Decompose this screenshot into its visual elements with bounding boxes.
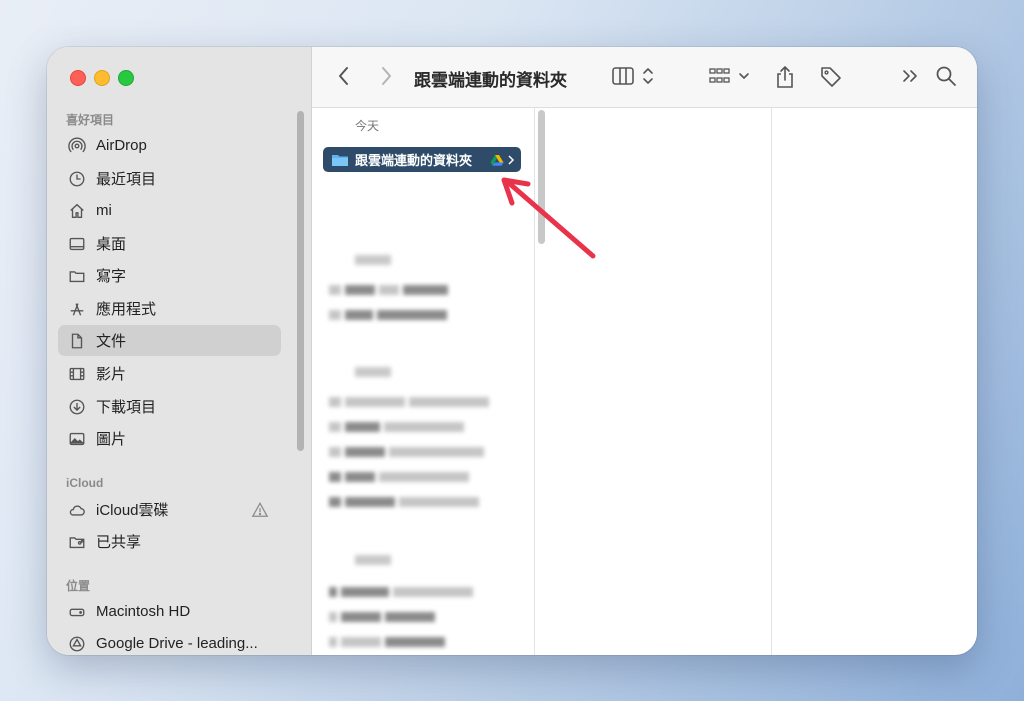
sidebar-item-desktop[interactable]: 桌面: [58, 228, 281, 259]
drive-icon: [66, 634, 88, 654]
column-browser: 今天 跟雲端連動的資料夾 || ||: [312, 108, 977, 655]
blurred-file-row[interactable]: [329, 443, 499, 457]
sidebar-item-airdrop[interactable]: AirDrop: [58, 130, 281, 161]
blurred-file-row[interactable]: [329, 418, 499, 432]
share-button[interactable]: [775, 65, 795, 89]
blurred-file-row[interactable]: [329, 583, 499, 597]
download-icon: [66, 397, 88, 417]
search-button[interactable]: [935, 65, 957, 87]
blurred-file-row[interactable]: [329, 468, 499, 482]
sidebar-item-pictures[interactable]: 圖片: [58, 423, 281, 454]
google-drive-icon: [490, 154, 504, 166]
sidebar-item-label: Macintosh HD: [96, 603, 191, 620]
sidebar-item-home[interactable]: mi: [58, 195, 281, 226]
toolbar: 跟雲端連動的資料夾: [312, 47, 977, 108]
sidebar-scrollbar[interactable]: [297, 111, 304, 451]
document-icon: [66, 331, 88, 351]
minimize-button[interactable]: [94, 70, 110, 86]
sidebar-item-recents[interactable]: 最近項目: [58, 163, 281, 194]
cloud-icon: [66, 500, 88, 520]
sidebar-item-label: iCloud雲碟: [96, 502, 169, 519]
sidebar-item-label: 影片: [96, 366, 127, 383]
shared-folder-icon: [66, 532, 88, 552]
blurred-group-header: [355, 255, 391, 265]
folder-icon: [332, 154, 348, 166]
sidebar-item-applications[interactable]: 應用程式: [58, 293, 281, 324]
sidebar-section-icloud: iCloud: [66, 476, 104, 490]
sidebar-item-icloud-drive[interactable]: iCloud雲碟: [58, 494, 281, 525]
sidebar-section-locations: 位置: [66, 579, 91, 593]
clock-icon: [66, 169, 88, 189]
selected-folder-row[interactable]: 跟雲端連動的資料夾: [323, 147, 521, 172]
sidebar-item-label: 寫字: [96, 268, 127, 285]
columns-view-icon: [612, 67, 653, 85]
sidebar-item-macintosh-hd[interactable]: Macintosh HD: [58, 596, 281, 627]
chevron-left-icon: [339, 67, 348, 85]
sidebar-item-label: Google Drive - leading...: [96, 635, 258, 652]
sidebar: 喜好項目 AirDrop 最近項目 mi 桌面 寫字 應用程式 文件 影片 下載…: [47, 47, 312, 655]
window-title: 跟雲端連動的資料夾: [414, 71, 567, 90]
sidebar-item-label: AirDrop: [96, 137, 147, 154]
film-icon: [66, 364, 88, 384]
blurred-file-row[interactable]: [329, 281, 499, 295]
sidebar-item-shared[interactable]: 已共享: [58, 526, 281, 557]
double-chevron-icon: [903, 70, 917, 82]
chevron-right-icon: [508, 154, 515, 165]
sidebar-item-label: 圖片: [96, 431, 127, 448]
airdrop-icon: [66, 136, 88, 156]
blurred-file-row[interactable]: [329, 493, 499, 507]
group-button[interactable]: [708, 65, 754, 87]
blurred-file-row[interactable]: [329, 393, 499, 407]
blurred-file-row[interactable]: [329, 608, 499, 622]
share-icon: [777, 66, 793, 88]
harddisk-icon: [66, 602, 88, 622]
sidebar-item-label: 下載項目: [96, 399, 157, 416]
sidebar-item-label: mi: [96, 202, 112, 219]
warning-icon[interactable]: [251, 501, 269, 519]
folder-icon: [66, 266, 88, 286]
sidebar-item-label: 最近項目: [96, 171, 157, 188]
sidebar-section-favorites: 喜好項目: [66, 113, 115, 127]
sidebar-item-label: 已共享: [96, 534, 142, 551]
sidebar-item-label: 桌面: [96, 236, 127, 253]
tag-icon: [821, 67, 841, 87]
grid-icon: [709, 68, 749, 83]
back-button[interactable]: [338, 65, 350, 87]
sidebar-item-folder[interactable]: 寫字: [58, 260, 281, 291]
blurred-group-header: [355, 555, 391, 565]
sidebar-item-documents[interactable]: 文件: [58, 325, 281, 356]
sidebar-item-movies[interactable]: 影片: [58, 358, 281, 389]
more-toolbar-button[interactable]: [901, 65, 919, 87]
applications-icon: [66, 299, 88, 319]
blurred-file-row[interactable]: [329, 633, 499, 647]
blurred-group-header: [355, 367, 391, 377]
zoom-button[interactable]: [118, 70, 134, 86]
view-mode-button[interactable]: [612, 65, 658, 87]
selected-folder-label: 跟雲端連動的資料夾: [355, 153, 473, 168]
sidebar-item-label: 文件: [96, 333, 127, 350]
finder-window: 喜好項目 AirDrop 最近項目 mi 桌面 寫字 應用程式 文件 影片 下載…: [47, 47, 977, 655]
close-button[interactable]: [70, 70, 86, 86]
forward-button[interactable]: [380, 65, 392, 87]
desktop-icon: [66, 234, 88, 254]
sidebar-item-downloads[interactable]: 下載項目: [58, 391, 281, 422]
blurred-file-row[interactable]: [329, 306, 499, 320]
group-header-today: 今天: [355, 119, 380, 133]
window-controls: [70, 70, 134, 86]
photo-icon: [66, 429, 88, 449]
tag-button[interactable]: [819, 65, 843, 89]
annotation-arrow: [501, 177, 596, 259]
sidebar-item-label: 應用程式: [96, 301, 157, 318]
sidebar-item-google-drive[interactable]: Google Drive - leading...: [58, 628, 281, 655]
search-icon: [936, 66, 956, 86]
home-icon: [66, 201, 88, 221]
chevron-right-icon: [382, 67, 391, 85]
